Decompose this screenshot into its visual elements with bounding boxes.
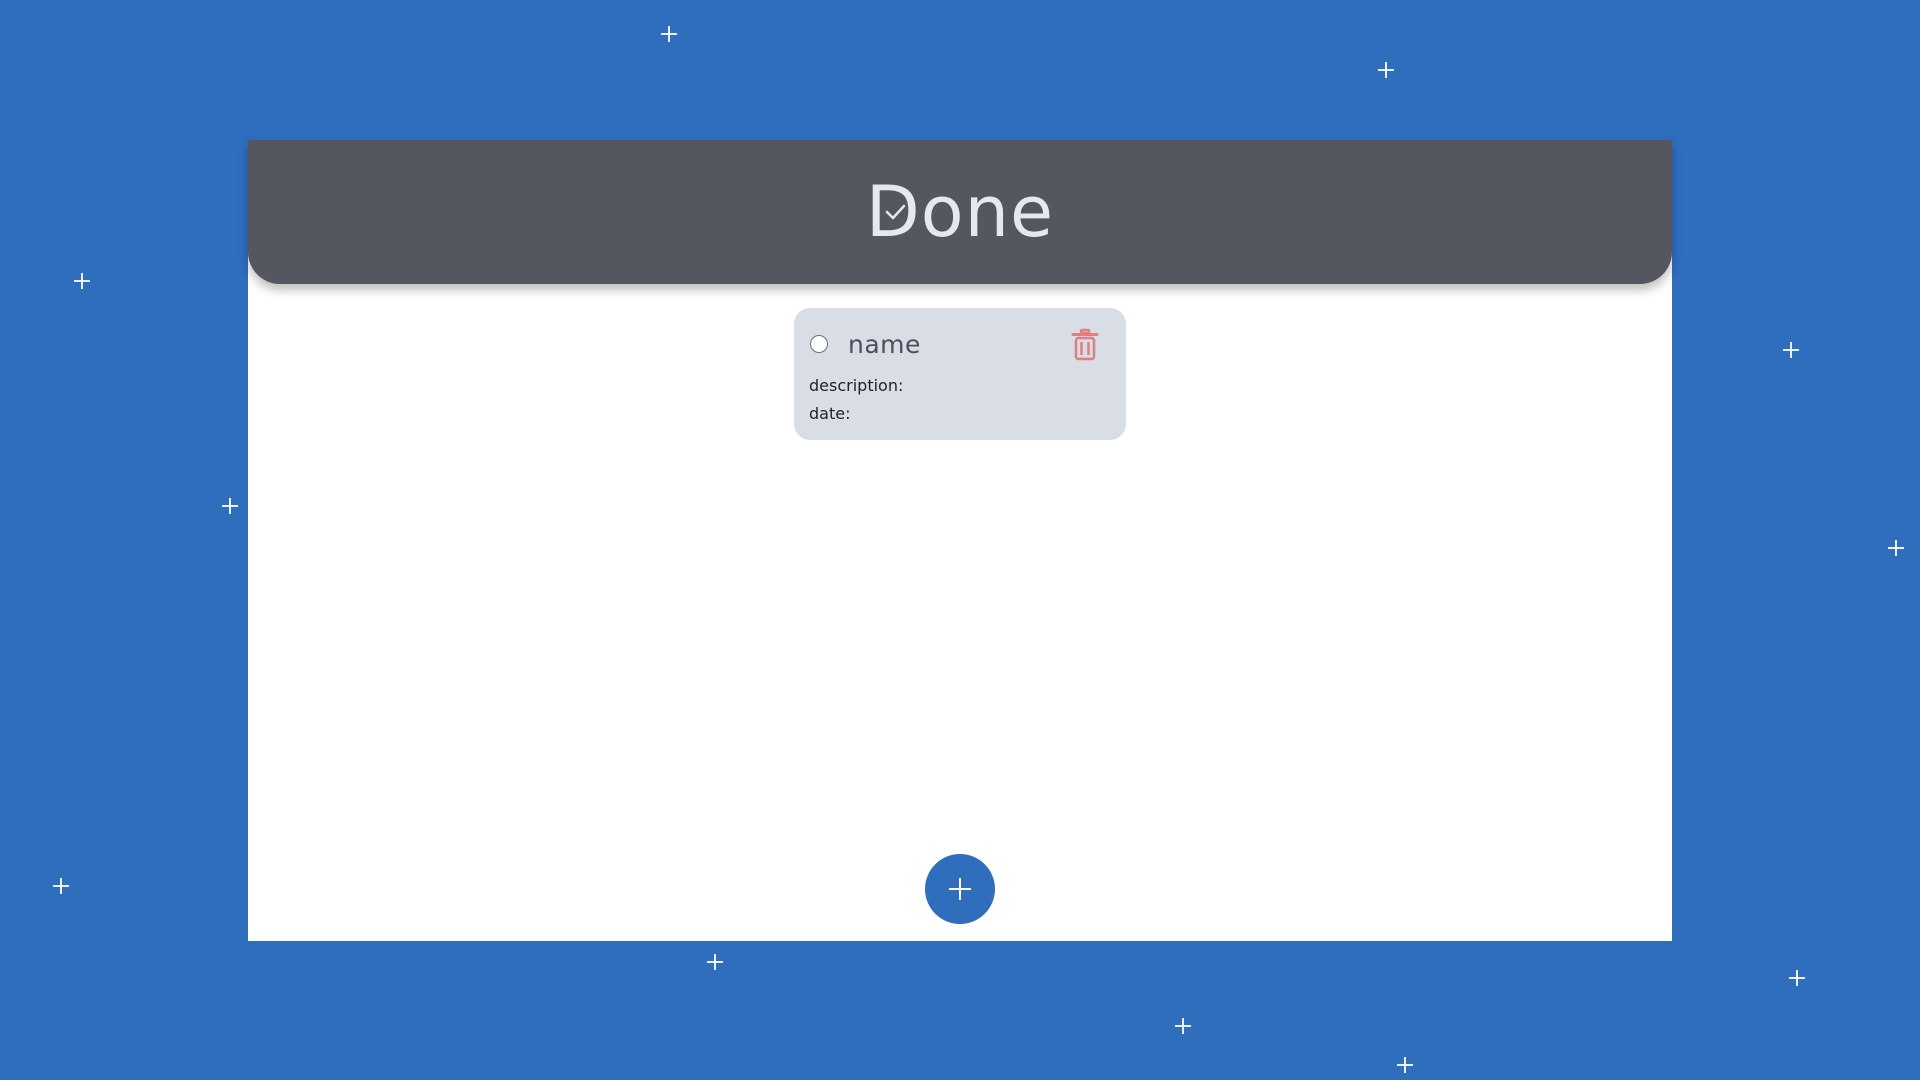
delete-button[interactable]: [1070, 328, 1100, 362]
sparkle-icon: [661, 26, 677, 42]
plus-icon: [949, 878, 971, 900]
sparkle-icon: [1397, 1057, 1413, 1073]
trash-icon: [1071, 328, 1099, 361]
complete-radio[interactable]: [810, 335, 828, 353]
checkmark-icon: [885, 204, 906, 220]
task-date: date:: [809, 404, 851, 423]
header-bar: Done: [248, 140, 1672, 284]
title-wrap: Done: [866, 177, 1054, 247]
sparkle-icon: [1378, 62, 1394, 78]
add-task-button[interactable]: [925, 854, 995, 924]
sparkle-icon: [53, 878, 69, 894]
sparkle-icon: [1888, 540, 1904, 556]
task-name: name: [848, 330, 921, 359]
sparkle-icon: [1783, 342, 1799, 358]
sparkle-icon: [707, 954, 723, 970]
sparkle-icon: [1789, 970, 1805, 986]
sparkle-icon: [74, 273, 90, 289]
task-description: description:: [809, 376, 904, 395]
app-panel: Done name description: date:: [248, 140, 1672, 941]
task-card[interactable]: name description: date:: [794, 308, 1126, 440]
sparkle-icon: [1175, 1018, 1191, 1034]
sparkle-icon: [222, 498, 238, 514]
